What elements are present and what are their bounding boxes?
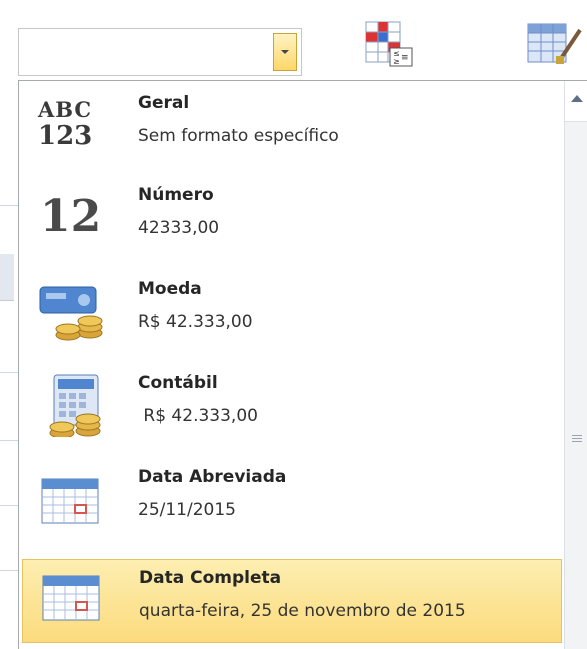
format-item-title: Número bbox=[138, 185, 214, 205]
sheet-cell-edge bbox=[0, 254, 14, 301]
sheet-gridline bbox=[0, 205, 20, 206]
format-item-title: Moeda bbox=[138, 279, 202, 299]
format-item-example: quarta-feira, 25 de novembro de 2015 bbox=[139, 601, 466, 621]
calendar-icon bbox=[41, 478, 99, 524]
format-item-general[interactable]: ABC 123 Geral Sem formato específico bbox=[22, 85, 562, 177]
format-item-example: 25/11/2015 bbox=[138, 500, 236, 520]
sheet-gridline bbox=[0, 440, 20, 441]
format-item-title: Geral bbox=[138, 93, 190, 113]
accounting-icon bbox=[49, 374, 101, 437]
svg-text:≥: ≥ bbox=[393, 57, 400, 66]
format-item-title: Contábil bbox=[138, 373, 218, 393]
number-icon-text: 12 bbox=[40, 191, 102, 242]
chevron-down-icon bbox=[281, 50, 289, 54]
number-12-icon: 12 bbox=[32, 191, 110, 255]
svg-text:≡: ≡ bbox=[401, 53, 409, 63]
format-item-title: Data Abreviada bbox=[138, 467, 287, 487]
triangle-up-icon bbox=[571, 95, 583, 102]
ribbon-area: ≤ ≥ ≡ bbox=[0, 0, 587, 82]
abc-icon-text: ABC bbox=[38, 97, 93, 122]
scroll-up-button[interactable] bbox=[565, 81, 587, 122]
currency-icon bbox=[39, 286, 103, 341]
vertical-scrollbar[interactable] bbox=[564, 81, 587, 649]
123-icon-text: 123 bbox=[38, 121, 93, 151]
sheet-gridline bbox=[0, 570, 20, 571]
format-item-example: R$ 42.333,00 bbox=[138, 312, 253, 332]
number-format-dropdown: ABC 123 Geral Sem formato específico 12 … bbox=[18, 80, 587, 649]
format-item-accounting[interactable]: Contábil R$ 42.333,00 bbox=[22, 365, 562, 457]
format-item-title: Data Completa bbox=[139, 568, 282, 588]
format-item-example: 42333,00 bbox=[138, 218, 220, 238]
sheet-gridline bbox=[0, 505, 20, 506]
format-item-long-date[interactable]: Data Completa quarta-feira, 25 de novemb… bbox=[22, 559, 562, 643]
sheet-gridline bbox=[0, 372, 20, 373]
format-item-example: Sem formato específico bbox=[138, 126, 339, 146]
scroll-grip-icon[interactable] bbox=[572, 435, 582, 444]
dropdown-button[interactable] bbox=[273, 33, 297, 71]
calendar-icon bbox=[42, 575, 100, 621]
abc-123-icon: ABC 123 bbox=[32, 95, 110, 159]
format-item-short-date[interactable]: Data Abreviada 25/11/2015 bbox=[22, 459, 562, 551]
conditional-formatting-icon[interactable]: ≤ ≥ ≡ bbox=[364, 20, 428, 68]
number-format-combo[interactable] bbox=[18, 28, 302, 76]
format-item-currency[interactable]: Moeda R$ 42.333,00 bbox=[22, 271, 562, 363]
format-as-table-icon[interactable] bbox=[524, 20, 587, 68]
format-item-number[interactable]: 12 Número 42333,00 bbox=[22, 177, 562, 269]
format-item-example: R$ 42.333,00 bbox=[138, 406, 258, 426]
